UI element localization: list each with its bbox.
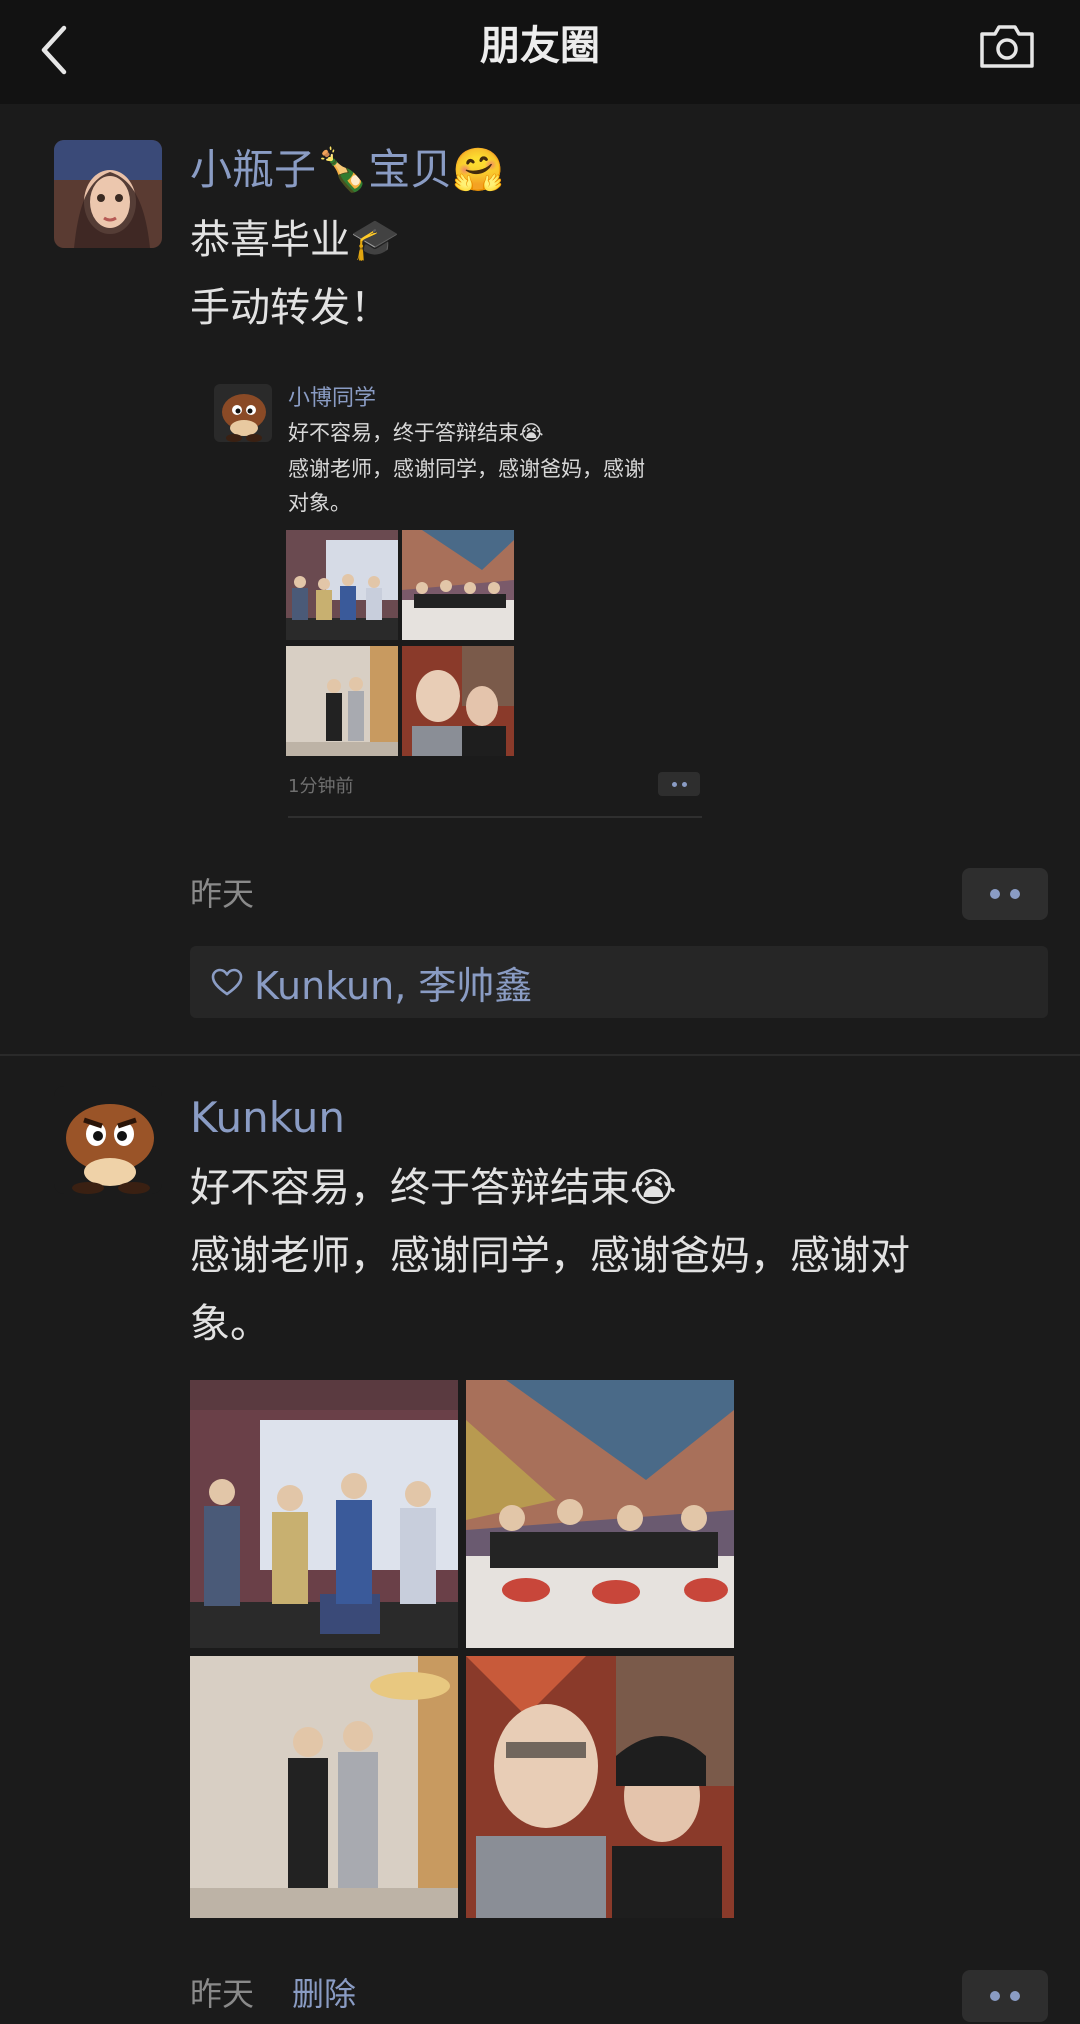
page-title: 朋友圈 [480, 23, 600, 69]
post-author[interactable]: 小瓶子🍾宝贝🤗 [190, 142, 505, 198]
heart-outline-icon [211, 968, 243, 996]
forwarded-divider [288, 816, 702, 818]
avatar[interactable] [54, 1086, 162, 1194]
forwarded-text-line: 感谢老师，感谢同学，感谢爸妈，感谢 [288, 457, 645, 481]
post-photo[interactable] [466, 1656, 734, 1918]
post-text-line: 手动转发！ [190, 285, 390, 331]
post-time: 昨天 [190, 875, 255, 913]
likes-names[interactable]: Kunkun, 李帅鑫 [254, 955, 532, 1010]
post-text-line: 好不容易，终于答辩结束😭 [190, 1165, 677, 1211]
forwarded-photo [402, 530, 514, 640]
post-divider [0, 1054, 1080, 1056]
post-time: 昨天 [190, 1975, 255, 2013]
post-photo[interactable] [190, 1380, 458, 1648]
post-text-line: 感谢老师，感谢同学，感谢爸妈，感谢对 [190, 1233, 910, 1279]
forwarded-text-line: 好不容易，终于答辩结束😭 [288, 421, 544, 445]
delete-button[interactable]: 删除 [292, 1972, 356, 2016]
forwarded-time: 1分钟前 [288, 776, 354, 797]
post-photo[interactable] [466, 1380, 734, 1648]
goomba-avatar-image [214, 384, 272, 442]
post-author[interactable]: Kunkun [190, 1090, 345, 1146]
forwarded-avatar [214, 384, 272, 442]
avatar[interactable] [54, 140, 162, 248]
post-photo[interactable] [190, 1656, 458, 1918]
more-options-button[interactable] [962, 868, 1048, 920]
forwarded-text-line: 对象。 [288, 491, 351, 515]
forwarded-more-icon [658, 772, 700, 796]
goomba-avatar-image [54, 1086, 162, 1194]
forwarded-author: 小博同学 [288, 386, 377, 411]
forwarded-photo [286, 646, 398, 756]
forwarded-photo [402, 646, 514, 756]
more-options-button[interactable] [962, 1970, 1048, 2022]
forwarded-photo [286, 530, 398, 640]
likes-bar: Kunkun, 李帅鑫 [190, 946, 1048, 1018]
post-text-line: 恭喜毕业🎓 [190, 217, 400, 263]
post-text-line: 象。 [190, 1301, 270, 1347]
camera-icon[interactable] [978, 22, 1036, 70]
avatar-image [54, 140, 162, 248]
top-bar: 朋友圈 [0, 0, 1080, 104]
